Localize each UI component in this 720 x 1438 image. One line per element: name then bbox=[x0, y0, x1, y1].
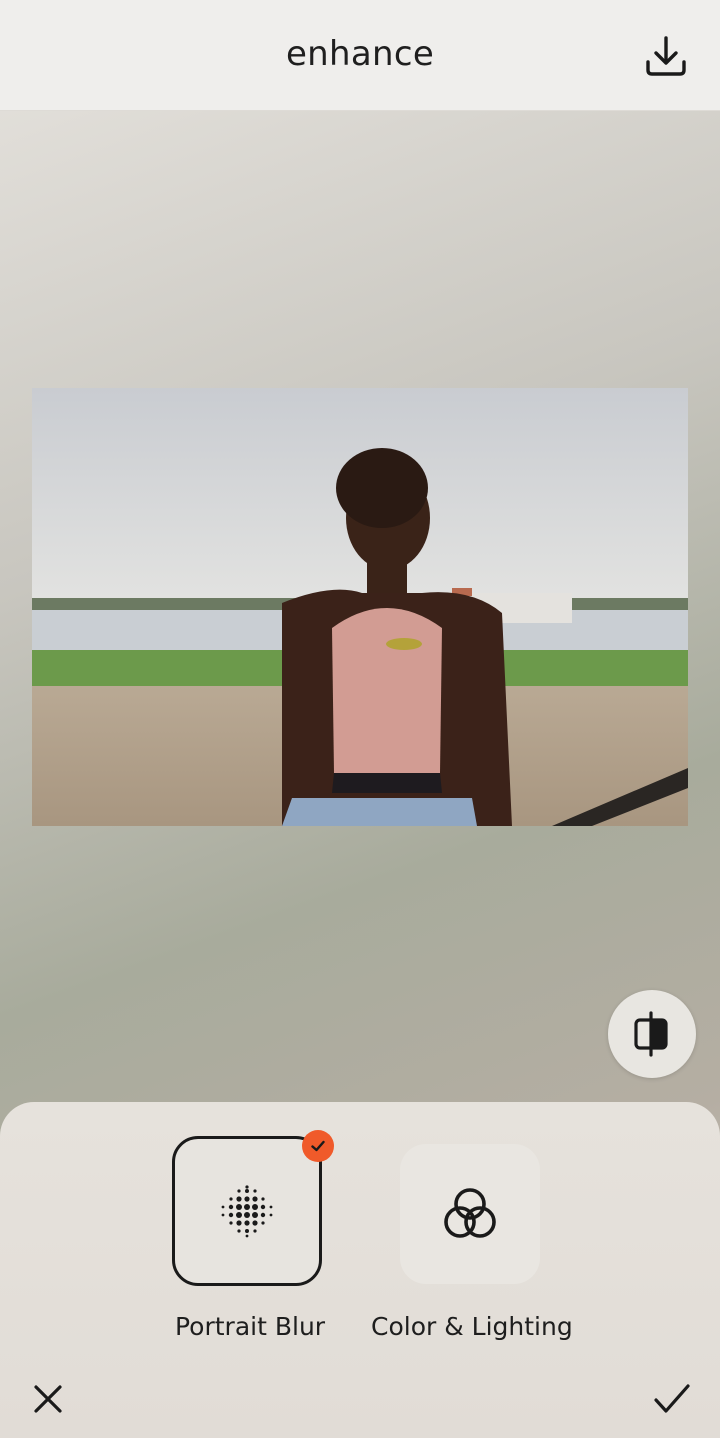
dot-grid-icon bbox=[221, 1185, 273, 1238]
tool-color-lighting[interactable]: Color & Lighting bbox=[371, 1144, 573, 1346]
close-icon bbox=[34, 1385, 62, 1413]
portrait-blur-tile[interactable] bbox=[172, 1136, 322, 1286]
page-title: enhance bbox=[285, 34, 435, 74]
compare-button[interactable] bbox=[608, 990, 696, 1078]
download-button[interactable] bbox=[640, 30, 692, 82]
download-icon bbox=[646, 36, 686, 76]
portrait-blur-label: Portrait Blur bbox=[175, 1312, 326, 1341]
checkmark-small-icon bbox=[311, 1140, 325, 1152]
tool-portrait-blur[interactable]: Portrait Blur bbox=[172, 1136, 328, 1346]
compare-icon bbox=[634, 1011, 668, 1057]
bottom-sheet bbox=[0, 1102, 720, 1438]
color-lighting-label: Color & Lighting bbox=[371, 1312, 573, 1341]
photo-illustration bbox=[32, 388, 688, 826]
cancel-button[interactable] bbox=[27, 1378, 69, 1420]
interlocking-circles-icon bbox=[444, 1188, 496, 1238]
confirm-button[interactable] bbox=[651, 1378, 693, 1420]
selected-badge bbox=[302, 1130, 334, 1162]
top-bar: enhance bbox=[0, 0, 720, 111]
photo-preview[interactable] bbox=[32, 388, 688, 826]
checkmark-icon bbox=[654, 1384, 690, 1413]
color-lighting-tile[interactable] bbox=[400, 1144, 540, 1284]
